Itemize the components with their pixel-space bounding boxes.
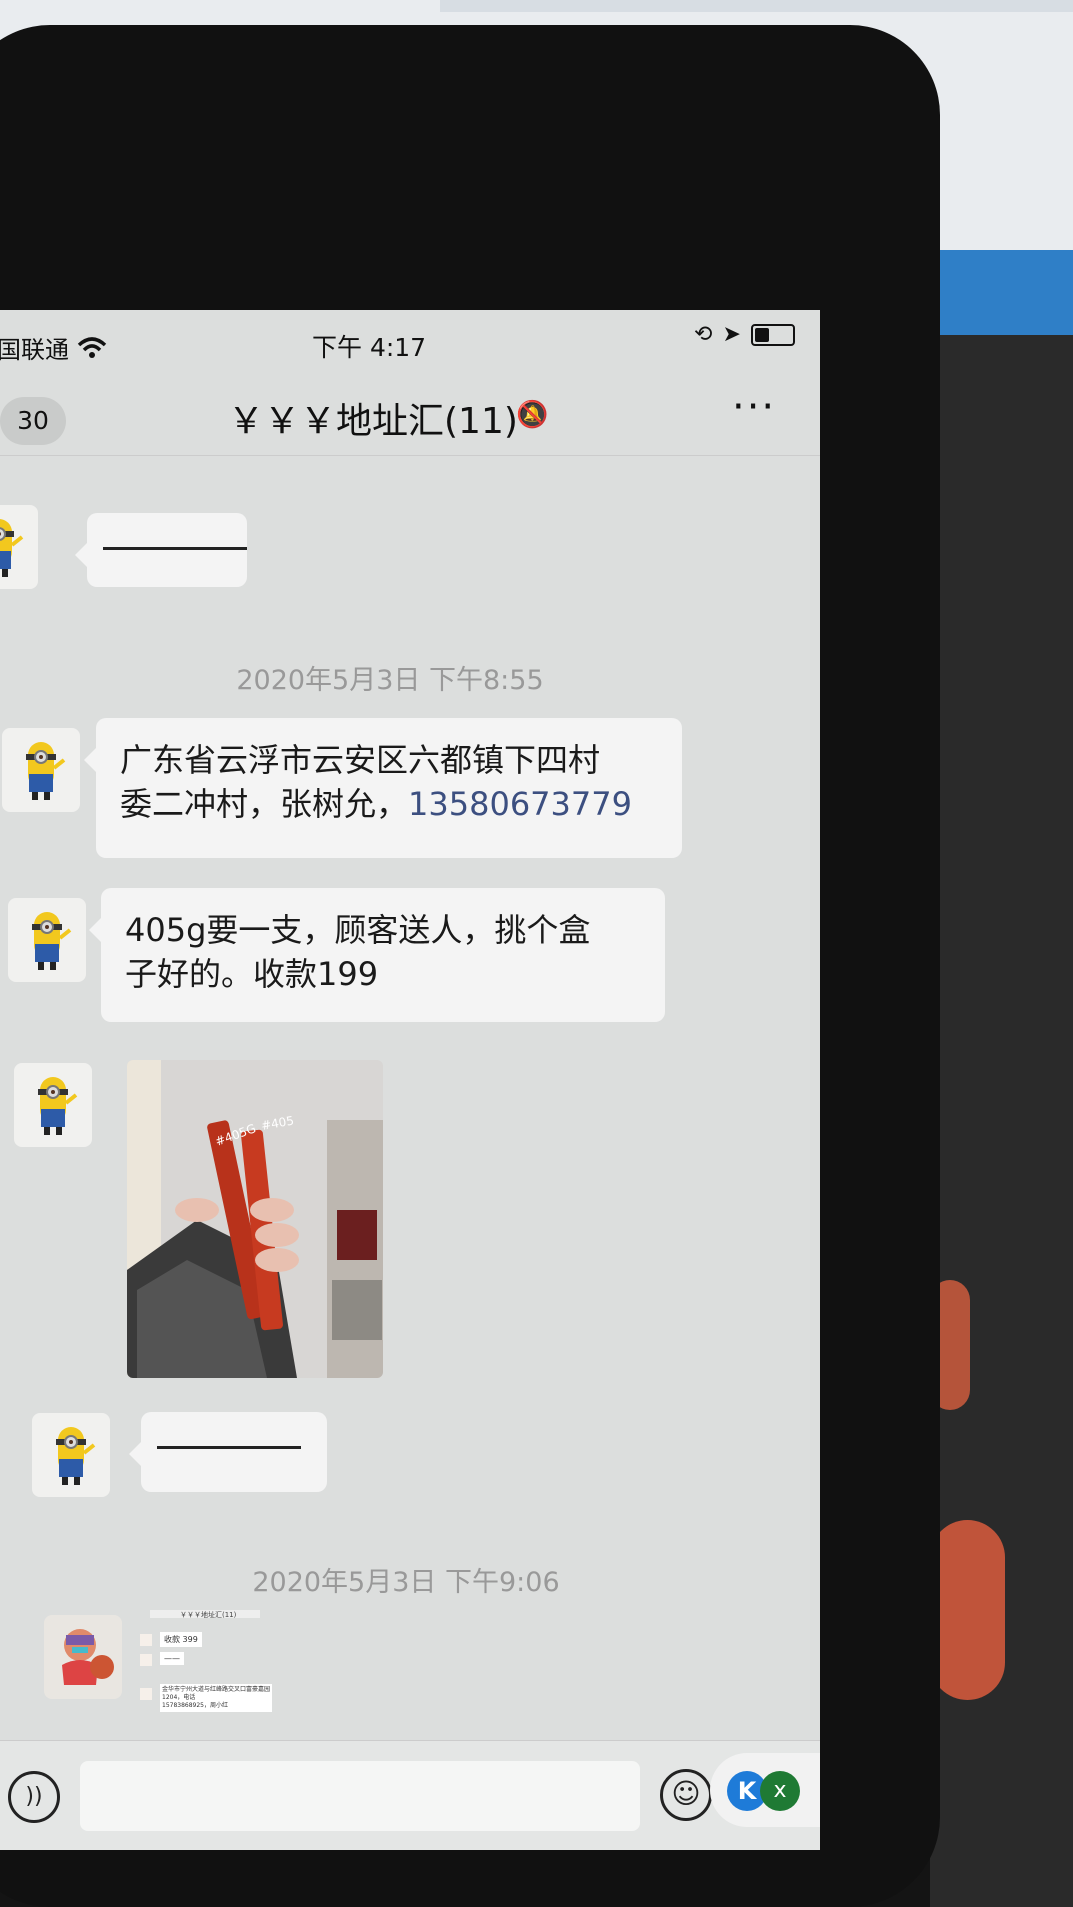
status-bar: 中国联通 下午 4:17 ⟲ ➤: [0, 310, 820, 370]
background-finger: [930, 1520, 1005, 1700]
thumbnail-avatar: [140, 1688, 152, 1700]
avatar[interactable]: [8, 898, 86, 982]
thumbnail-message: 金华市宁州大道与红峰路交叉口富豪嘉园1204，电话 15783868925，周小…: [160, 1684, 272, 1712]
thumbnail-avatar: [140, 1654, 152, 1666]
minion-avatar-icon: [32, 912, 72, 970]
message-text: 委二冲村，张树允，: [120, 785, 409, 823]
avatar[interactable]: [2, 728, 80, 812]
minion-avatar-icon: [0, 519, 24, 577]
input-bar: )) ☺ K x: [0, 1740, 820, 1850]
status-time: 下午 4:17: [312, 333, 427, 362]
wifi-icon: [77, 336, 107, 358]
status-right-icons: ⟲ ➤: [694, 322, 795, 347]
chat-title: ￥￥￥地址汇(11): [228, 401, 518, 442]
battery-icon: [750, 323, 795, 346]
x-app-icon[interactable]: x: [760, 1771, 800, 1811]
mute-bell-icon: 🔕: [516, 400, 549, 430]
message-text: 子好的。收款199: [125, 955, 379, 993]
thumbnail-message: ——: [160, 1652, 184, 1665]
emoji-icon[interactable]: ☺: [660, 1769, 712, 1821]
rotation-lock-icon: ⟲: [694, 322, 713, 347]
chat-timestamp: 2020年5月3日 下午9:06: [252, 1567, 560, 1598]
message-bubble[interactable]: 广东省云浮市云安区六都镇下四村 委二冲村，张树允，13580673779: [84, 718, 682, 858]
thumbnail-message: 收款 399: [160, 1632, 202, 1647]
message-bubble[interactable]: 405g要一支，顾客送人，挑个盒 子好的。收款199: [89, 888, 665, 1022]
phone-screen: 中国联通 下午 4:17 ⟲ ➤ ‹ 30 ￥￥￥地址汇(11) 🔕 ···: [0, 310, 820, 1850]
message-text: 405g要一支，顾客送人，挑个盒: [125, 911, 591, 949]
message-text: 广东省云浮市云安区六都镇下四村: [120, 741, 601, 779]
dash-line: [157, 1446, 301, 1449]
avatar[interactable]: [0, 505, 38, 589]
chat-screenshot-thumbnail[interactable]: ￥￥￥地址汇(11) 收款 399 —— 金华市宁州大道与红峰路交叉口富豪嘉园1…: [140, 1610, 275, 1730]
more-options-icon[interactable]: ···: [732, 384, 776, 430]
background-blue-object: [930, 250, 1073, 335]
thumbnail-text: 金华市宁州大道与红峰路交叉口富豪嘉园1204，电话: [162, 1686, 271, 1701]
carrier-group: 中国联通: [0, 330, 107, 365]
thumbnail-title: ￥￥￥地址汇(11): [180, 1611, 237, 1619]
message-bubble[interactable]: ——————: [129, 1412, 327, 1492]
chat-timestamp: 2020年5月3日 下午8:55: [236, 665, 544, 696]
message-input[interactable]: [80, 1761, 640, 1831]
voice-input-icon[interactable]: )): [8, 1771, 60, 1823]
minion-avatar-icon: [26, 742, 66, 800]
dash-line: [103, 547, 247, 550]
message-text-line2: 委二冲村，张树允，13580673779: [120, 782, 658, 826]
minion-avatar-icon: [56, 1427, 96, 1485]
lipstick-photo[interactable]: #405G #405: [127, 1060, 383, 1378]
phone-number-link[interactable]: 13580673779: [408, 785, 632, 823]
avatar[interactable]: [44, 1615, 122, 1699]
thumbnail-text: 15783868925，周小红: [162, 1702, 228, 1709]
background-monitor-edge: [440, 0, 1073, 12]
cartoon-character-avatar-icon: [62, 1629, 114, 1685]
thumbnail-avatar: [140, 1634, 152, 1646]
carrier-name: 中国联通: [0, 336, 69, 364]
minion-avatar-icon: [38, 1077, 78, 1135]
chat-header: ‹ 30 ￥￥￥地址汇(11) 🔕 ···: [0, 370, 820, 456]
unread-count-badge[interactable]: 30: [0, 397, 66, 445]
avatar[interactable]: [32, 1413, 110, 1497]
message-bubble[interactable]: ——————: [75, 513, 247, 587]
location-icon: ➤: [722, 322, 741, 347]
phone-body: 中国联通 下午 4:17 ⟲ ➤ ‹ 30 ￥￥￥地址汇(11) 🔕 ···: [0, 25, 940, 1907]
lipstick-image: #405G #405: [127, 1060, 383, 1378]
avatar[interactable]: [14, 1063, 92, 1147]
